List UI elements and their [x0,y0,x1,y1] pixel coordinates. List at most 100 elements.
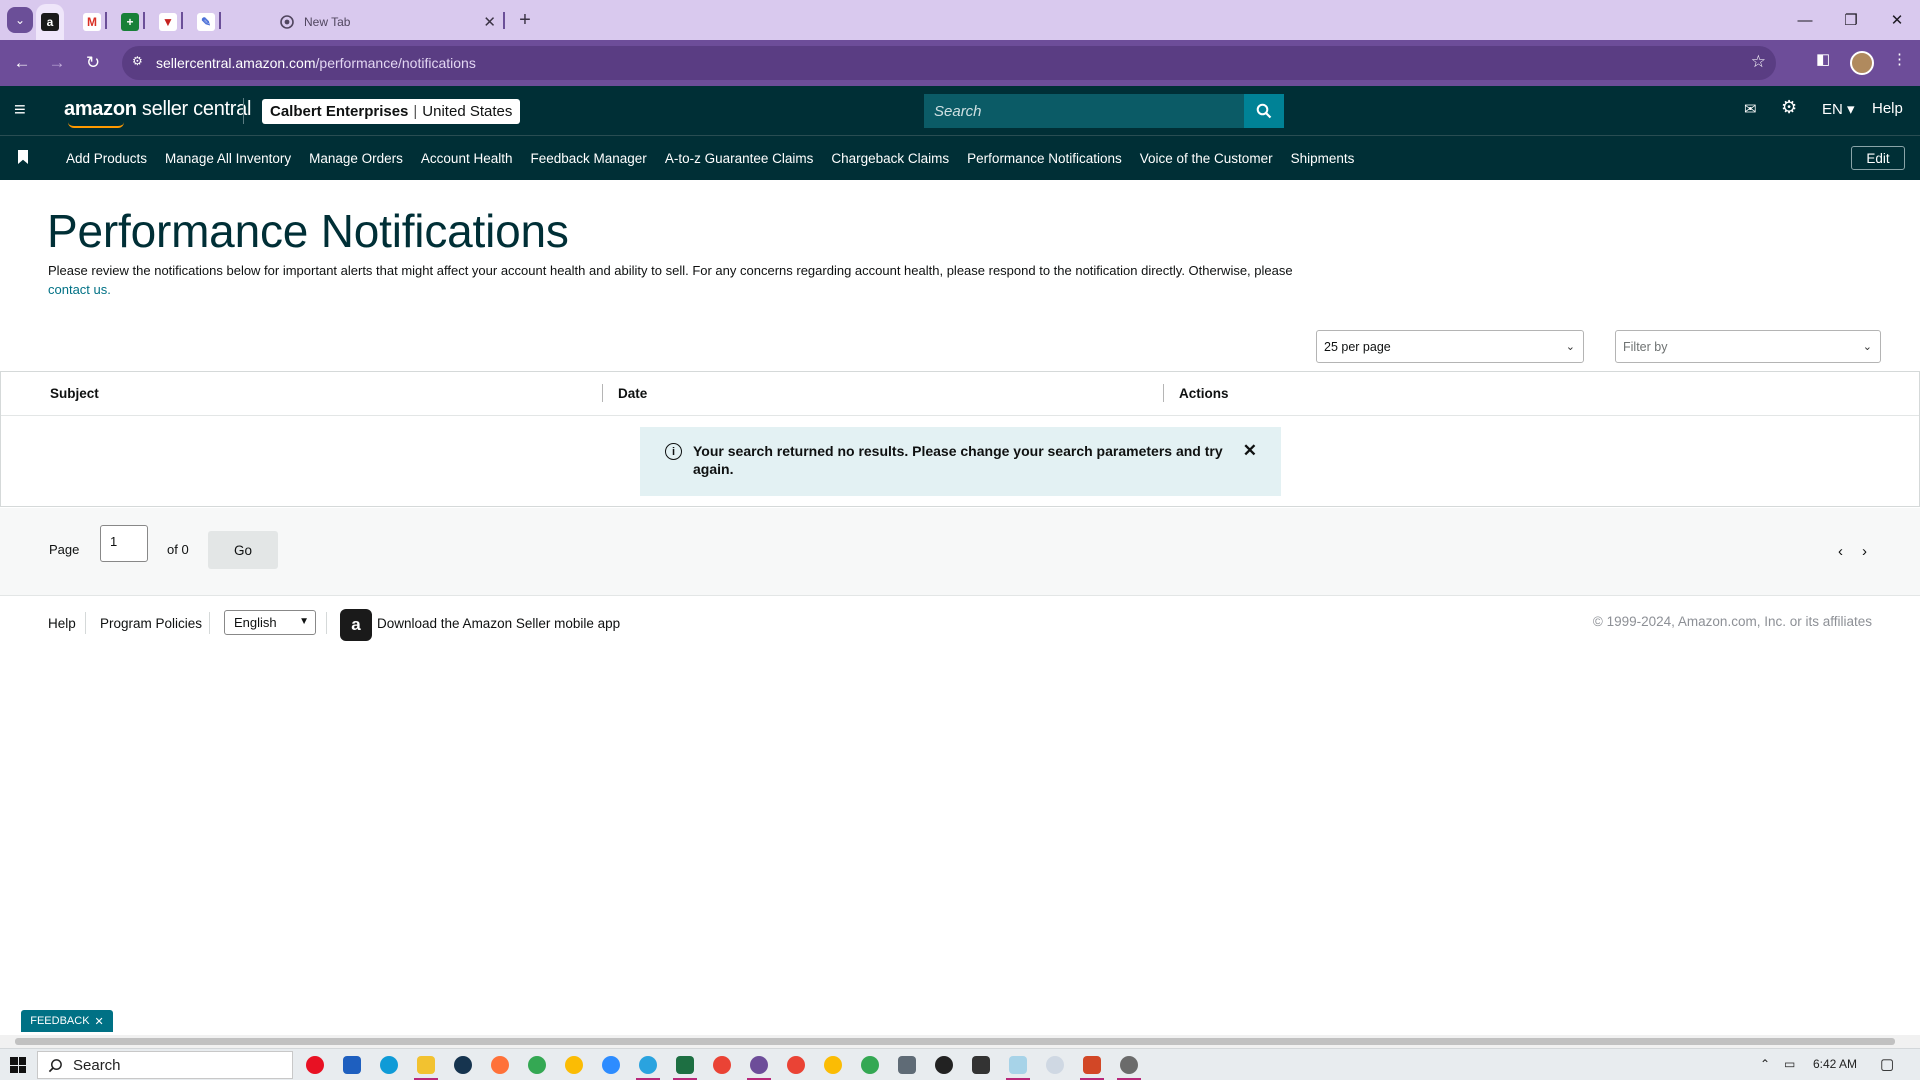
footer-help-link[interactable]: Help [48,616,76,631]
previous-page-icon[interactable]: ‹ [1838,543,1843,560]
amazon-seller-app-icon[interactable]: a [340,609,372,641]
zoom-icon[interactable] [602,1056,620,1074]
snipping-tool-icon[interactable] [1046,1056,1064,1074]
tab-new-tab[interactable]: New Tab ✕ [272,4,504,40]
horizontal-scrollbar[interactable] [0,1035,1920,1048]
edit-nav-button[interactable]: Edit [1851,146,1905,170]
download-app-link[interactable]: Download the Amazon Seller mobile app [377,616,620,631]
chrome-profile-icon[interactable] [787,1056,805,1074]
nav-shipments[interactable]: Shipments [1291,151,1355,166]
nav-chargeback-claims[interactable]: Chargeback Claims [831,151,949,166]
mail-icon[interactable]: ✉ [1744,100,1757,118]
column-date[interactable]: Date [618,386,647,401]
feedback-button[interactable]: FEEDBACK ✕ [21,1010,113,1032]
search-button[interactable] [1244,94,1284,128]
nav-manage-orders[interactable]: Manage Orders [309,151,403,166]
store-icon[interactable] [343,1056,361,1074]
nav-performance-notifications[interactable]: Performance Notifications [967,151,1122,166]
calculator-icon[interactable] [898,1056,916,1074]
search-icon [48,1058,62,1072]
next-page-icon[interactable]: › [1862,543,1867,560]
pencil-favicon-icon: ✎ [197,13,215,31]
tab-sheets[interactable]: + [116,4,144,40]
footer: Help Program Policies English ▼ a Downlo… [0,597,1920,655]
nav-add-products[interactable]: Add Products [66,151,147,166]
footer-language-select[interactable]: English ▼ [224,610,316,635]
tab-app-pencil[interactable]: ✎ [192,4,220,40]
close-tab-icon[interactable]: ✕ [483,13,496,31]
nav-voice-of-customer[interactable]: Voice of the Customer [1140,151,1273,166]
settings-gear-icon[interactable]: ⚙ [1781,97,1797,118]
reload-button[interactable]: ↻ [80,50,106,76]
tab-gmail[interactable]: M [78,4,106,40]
bookmark-star-icon[interactable]: ☆ [1751,52,1766,72]
url-bar[interactable]: ⚙ sellercentral.amazon.com/performance/n… [122,46,1776,80]
taskbar-search[interactable]: Search [37,1051,293,1079]
close-window-button[interactable]: ✕ [1874,0,1920,40]
browser-tab-bar: ⌄ a M + ▼ ✎ New Tab ✕ + — ❐ ✕ [0,0,1920,40]
nav-account-health[interactable]: Account Health [421,151,513,166]
column-subject[interactable]: Subject [50,386,99,401]
go-button[interactable]: Go [208,531,278,569]
tab-amazon[interactable]: a [36,4,64,40]
minimize-button[interactable]: — [1782,0,1828,40]
page-number-input[interactable]: 1 [100,525,148,562]
tab-separator [143,12,145,29]
notifications-icon[interactable]: ▢ [1880,1055,1894,1073]
tab-app-v[interactable]: ▼ [154,4,182,40]
hamburger-menu-icon[interactable]: ≡ [14,100,26,120]
tab-search-button[interactable]: ⌄ [7,7,33,33]
seller-central-logo[interactable]: amazon seller central [64,98,251,121]
restore-button[interactable]: ❐ [1828,0,1874,40]
battery-icon[interactable]: ▭ [1784,1057,1795,1071]
edge-icon[interactable] [380,1056,398,1074]
per-page-select[interactable]: 25 per page ⌄ [1316,330,1584,363]
help-link[interactable]: Help [1872,100,1903,117]
chrome-profile-icon[interactable] [861,1056,879,1074]
chrome-profile-icon[interactable] [713,1056,731,1074]
browser-menu-icon[interactable]: ⋮ [1892,50,1907,68]
app-dark-icon[interactable] [935,1056,953,1074]
forward-button[interactable]: → [44,50,70,76]
account-switcher[interactable]: Calbert Enterprises | United States [262,99,521,124]
close-alert-icon[interactable]: ✕ [1243,441,1257,461]
clock-time[interactable]: 6:42 AM [1813,1057,1857,1071]
nav-feedback-manager[interactable]: Feedback Manager [530,151,646,166]
contact-us-link[interactable]: contact us. [48,282,111,297]
steam-icon[interactable] [454,1056,472,1074]
chrome-active-icon[interactable] [750,1056,768,1074]
nav-a-to-z-claims[interactable]: A-to-z Guarantee Claims [665,151,814,166]
bookmark-icon[interactable] [18,150,28,164]
pagination-bar: Page 1 of 0 Go ‹ › [0,508,1920,596]
notepad-icon[interactable] [1009,1056,1027,1074]
sticky-notes-icon[interactable] [972,1056,990,1074]
search-input[interactable] [924,94,1244,128]
windows-start-icon[interactable] [10,1057,26,1073]
side-panel-icon[interactable]: ◧ [1816,50,1830,68]
language-selector[interactable]: EN ▾ [1822,100,1855,118]
chrome-profile-icon[interactable] [824,1056,842,1074]
logo-light-text: seller central [136,98,252,120]
back-button[interactable]: ← [9,50,35,76]
tray-chevron-icon[interactable]: ⌃ [1760,1057,1770,1071]
chrome-profile-icon[interactable] [565,1056,583,1074]
paint-icon[interactable] [1083,1056,1101,1074]
header-divider [243,98,244,124]
excel-icon[interactable] [676,1056,694,1074]
program-policies-link[interactable]: Program Policies [100,616,202,631]
filter-select[interactable]: Filter by ⌄ [1615,330,1881,363]
app-red-icon[interactable] [306,1056,324,1074]
no-results-message: Your search returned no results. Please … [693,443,1223,477]
chrome-icon[interactable] [528,1056,546,1074]
telegram-icon[interactable] [639,1056,657,1074]
scrollbar-thumb[interactable] [15,1038,1895,1045]
file-explorer-icon[interactable] [417,1056,435,1074]
site-info-icon[interactable]: ⚙ [132,54,148,70]
firefox-icon[interactable] [491,1056,509,1074]
close-feedback-icon[interactable]: ✕ [95,1015,104,1028]
nav-manage-all-inventory[interactable]: Manage All Inventory [165,151,291,166]
profile-avatar[interactable] [1850,51,1874,75]
new-tab-button[interactable]: + [512,7,538,33]
intro-text: Please review the notifications below fo… [48,262,1338,299]
settings-icon[interactable] [1120,1056,1138,1074]
